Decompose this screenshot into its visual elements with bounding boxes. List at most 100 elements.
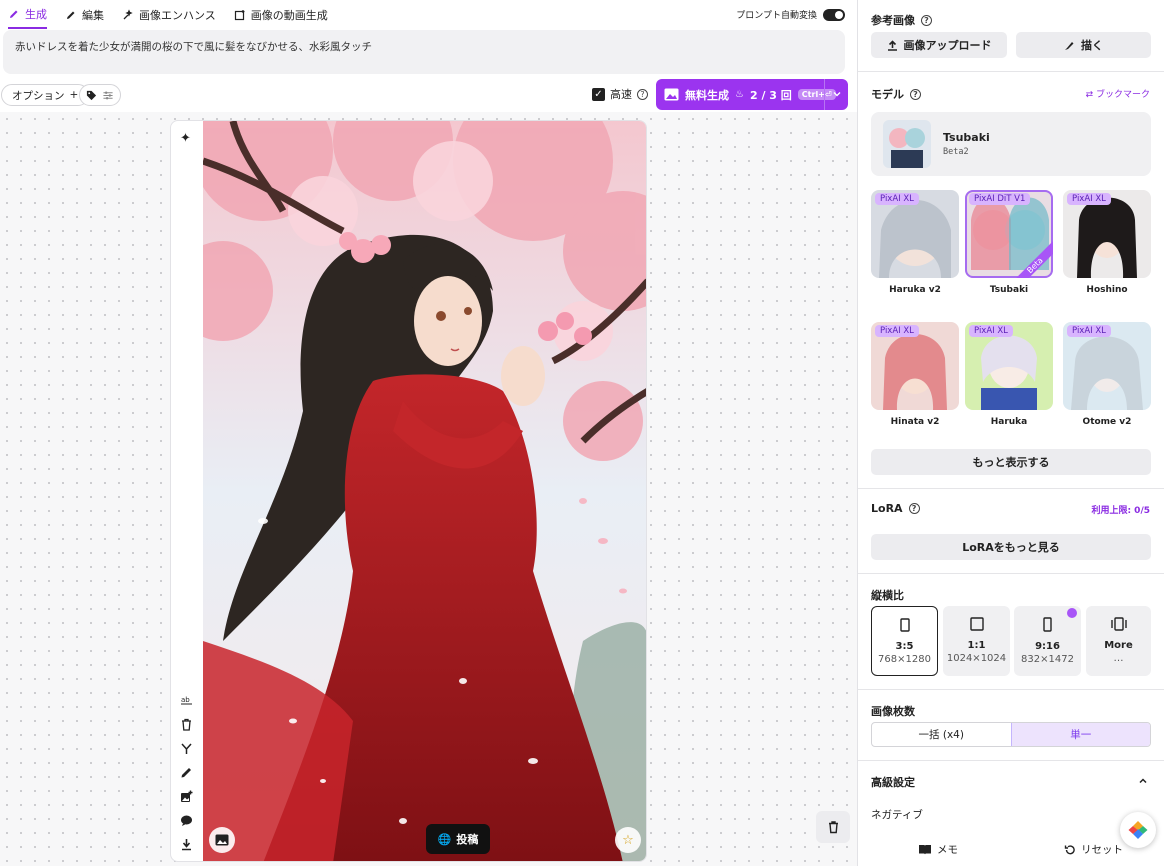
brush-icon <box>1065 41 1074 50</box>
model-card[interactable]: PixAI XL Haruka <box>965 322 1053 427</box>
model-card[interactable]: PixAI XL Otome v2 <box>1063 322 1151 427</box>
draw-label: 描く <box>1081 39 1103 52</box>
lora-more-label: LoRAをもっと見る <box>962 541 1060 554</box>
auto-convert-toggle[interactable] <box>823 8 845 21</box>
advanced-title[interactable]: 高級設定 <box>871 774 915 790</box>
count-option-single[interactable]: 単一 <box>1010 723 1150 746</box>
model-name: Tsubaki <box>943 131 990 144</box>
draw-button[interactable]: 描く <box>1016 32 1151 58</box>
memo-button[interactable]: メモ <box>918 842 958 857</box>
negative-label: ネガティブ <box>871 809 923 821</box>
auto-convert: プロンプト自動変換 <box>736 8 845 21</box>
generate-count: 2 / 3 回 <box>749 88 792 102</box>
sparkle-icon[interactable]: ✦ <box>180 131 191 146</box>
tab-generate[interactable]: 生成 <box>8 6 47 29</box>
help-icon[interactable]: ? <box>921 14 932 26</box>
options-label: オプション <box>12 89 65 102</box>
pencil-icon[interactable] <box>179 765 194 780</box>
model-label: Otome v2 <box>1082 417 1132 427</box>
aspect-option[interactable]: 9:16 832×1472 <box>1014 606 1081 676</box>
model-badge: PixAI XL <box>1067 325 1111 337</box>
tab-enhance[interactable]: 画像エンハンス <box>122 7 216 28</box>
reset-label: リセット <box>1081 844 1123 856</box>
svg-text:ab: ab <box>181 696 190 704</box>
memo-label: メモ <box>937 844 958 856</box>
fast-label: 高速 <box>610 88 632 101</box>
divider <box>858 760 1164 761</box>
add-image-icon[interactable] <box>179 789 194 804</box>
aspect-ratio: More <box>1104 640 1133 651</box>
tab-label: 生成 <box>25 8 47 21</box>
more-aspect-icon <box>1110 617 1127 631</box>
options-button[interactable]: オプション + <box>1 84 90 106</box>
model-card[interactable]: PixAI XL Hoshino <box>1063 190 1151 295</box>
model-card[interactable]: PixAI XL Haruka v2 <box>871 190 959 295</box>
help-icon[interactable]: ? <box>637 88 648 100</box>
assistant-fab[interactable] <box>1120 812 1156 848</box>
prompt-text: 赤いドレスを着た少女が満開の桜の下で風に髪をなびかせる、水彩風タッチ <box>15 41 372 53</box>
model-image: PixAI XL <box>1063 322 1151 410</box>
prompt-header: 生成 編集 画像エンハンス 画像の動画生成 プロンプト自動変換 赤いドレスを着た… <box>0 0 857 112</box>
lora-limit: 利用上限: 0/5 <box>1091 506 1150 516</box>
upload-image-button[interactable]: 画像アップロード <box>871 32 1007 58</box>
trash-button[interactable] <box>816 811 850 843</box>
image-toolbar: ✦ ab <box>171 121 203 861</box>
model-card[interactable]: PixAI XL Hinata v2 <box>871 322 959 427</box>
help-icon[interactable]: ? <box>910 88 921 100</box>
model-image: PixAI XL <box>1063 190 1151 278</box>
enhance-icon <box>123 9 133 20</box>
post-button[interactable]: 🌐 投稿 <box>426 824 490 854</box>
generate-label: 無料生成 <box>685 88 729 102</box>
model-title: モデル ? <box>871 86 921 102</box>
model-thumbnail <box>883 120 931 168</box>
chevron-down-icon[interactable] <box>832 89 842 99</box>
help-icon[interactable]: ? <box>908 503 920 514</box>
branch-icon[interactable] <box>179 741 194 756</box>
comment-icon[interactable] <box>179 813 194 828</box>
tab-video-gen[interactable]: 画像の動画生成 <box>234 7 328 28</box>
star-icon[interactable]: ☆ <box>615 827 641 853</box>
aspect-option[interactable]: More … <box>1086 606 1151 676</box>
sliders-icon <box>103 91 113 99</box>
fast-checkbox[interactable]: ✓ <box>592 87 605 101</box>
section-label: 参考画像 <box>871 14 915 27</box>
lora-more-button[interactable]: LoRAをもっと見る <box>871 534 1151 560</box>
gallery-icon[interactable] <box>209 827 235 853</box>
aspect-title: 縦横比 <box>871 587 904 603</box>
model-badge: PixAI XL <box>875 325 919 337</box>
aspect-option[interactable]: 1:1 1024×1024 <box>943 606 1010 676</box>
aspect-dims: 768×1280 <box>878 654 931 665</box>
divider <box>858 488 1164 489</box>
fast-mode[interactable]: ✓ 高速 ? <box>592 86 648 102</box>
text-icon[interactable]: ab <box>179 692 194 707</box>
tags-button[interactable] <box>79 84 121 106</box>
model-label: Hoshino <box>1086 285 1128 295</box>
model-card[interactable]: PixAI DiT V1 Beta Tsubaki <box>965 190 1053 295</box>
generate-button[interactable]: 無料生成 ♨ 2 / 3 回 Ctrl+⏎ <box>656 79 848 110</box>
divider <box>858 573 1164 574</box>
model-image: PixAI XL <box>965 322 1053 410</box>
prompt-input[interactable]: 赤いドレスを着た少女が満開の桜の下で風に髪をなびかせる、水彩風タッチ <box>3 30 845 74</box>
workspace: 生成 編集 画像エンハンス 画像の動画生成 プロンプト自動変換 赤いドレスを着た… <box>0 0 857 866</box>
plus-icon: + <box>69 89 79 101</box>
auto-convert-label: プロンプト自動変換 <box>736 11 817 21</box>
download-icon[interactable] <box>179 837 194 852</box>
trash-icon[interactable] <box>179 717 194 732</box>
chevron-up-icon[interactable] <box>1138 776 1148 786</box>
count-title: 画像枚数 <box>871 703 915 719</box>
show-more-models-button[interactable]: もっと表示する <box>871 449 1151 475</box>
aspect-dims: … <box>1113 653 1124 664</box>
tab-edit[interactable]: 編集 <box>65 7 104 28</box>
aspect-ratio: 1:1 <box>967 640 986 651</box>
model-label: Hinata v2 <box>890 417 940 427</box>
book-icon <box>919 845 931 855</box>
generated-image[interactable]: 🌐 投稿 ☆ <box>203 121 646 861</box>
aspect-option[interactable]: 3:5 768×1280 <box>871 606 938 676</box>
lora-title: LoRA ? <box>871 502 920 515</box>
bookmark-label: ブックマーク <box>1095 90 1150 100</box>
bookmark-link[interactable]: ⇄ ブックマーク <box>1086 87 1150 100</box>
reset-button[interactable]: リセット <box>1064 842 1123 857</box>
current-model[interactable]: Tsubaki Beta2 <box>871 112 1151 176</box>
count-option-batch[interactable]: 一括 (x4) <box>872 723 1011 746</box>
model-image: PixAI DiT V1 Beta <box>965 190 1053 278</box>
